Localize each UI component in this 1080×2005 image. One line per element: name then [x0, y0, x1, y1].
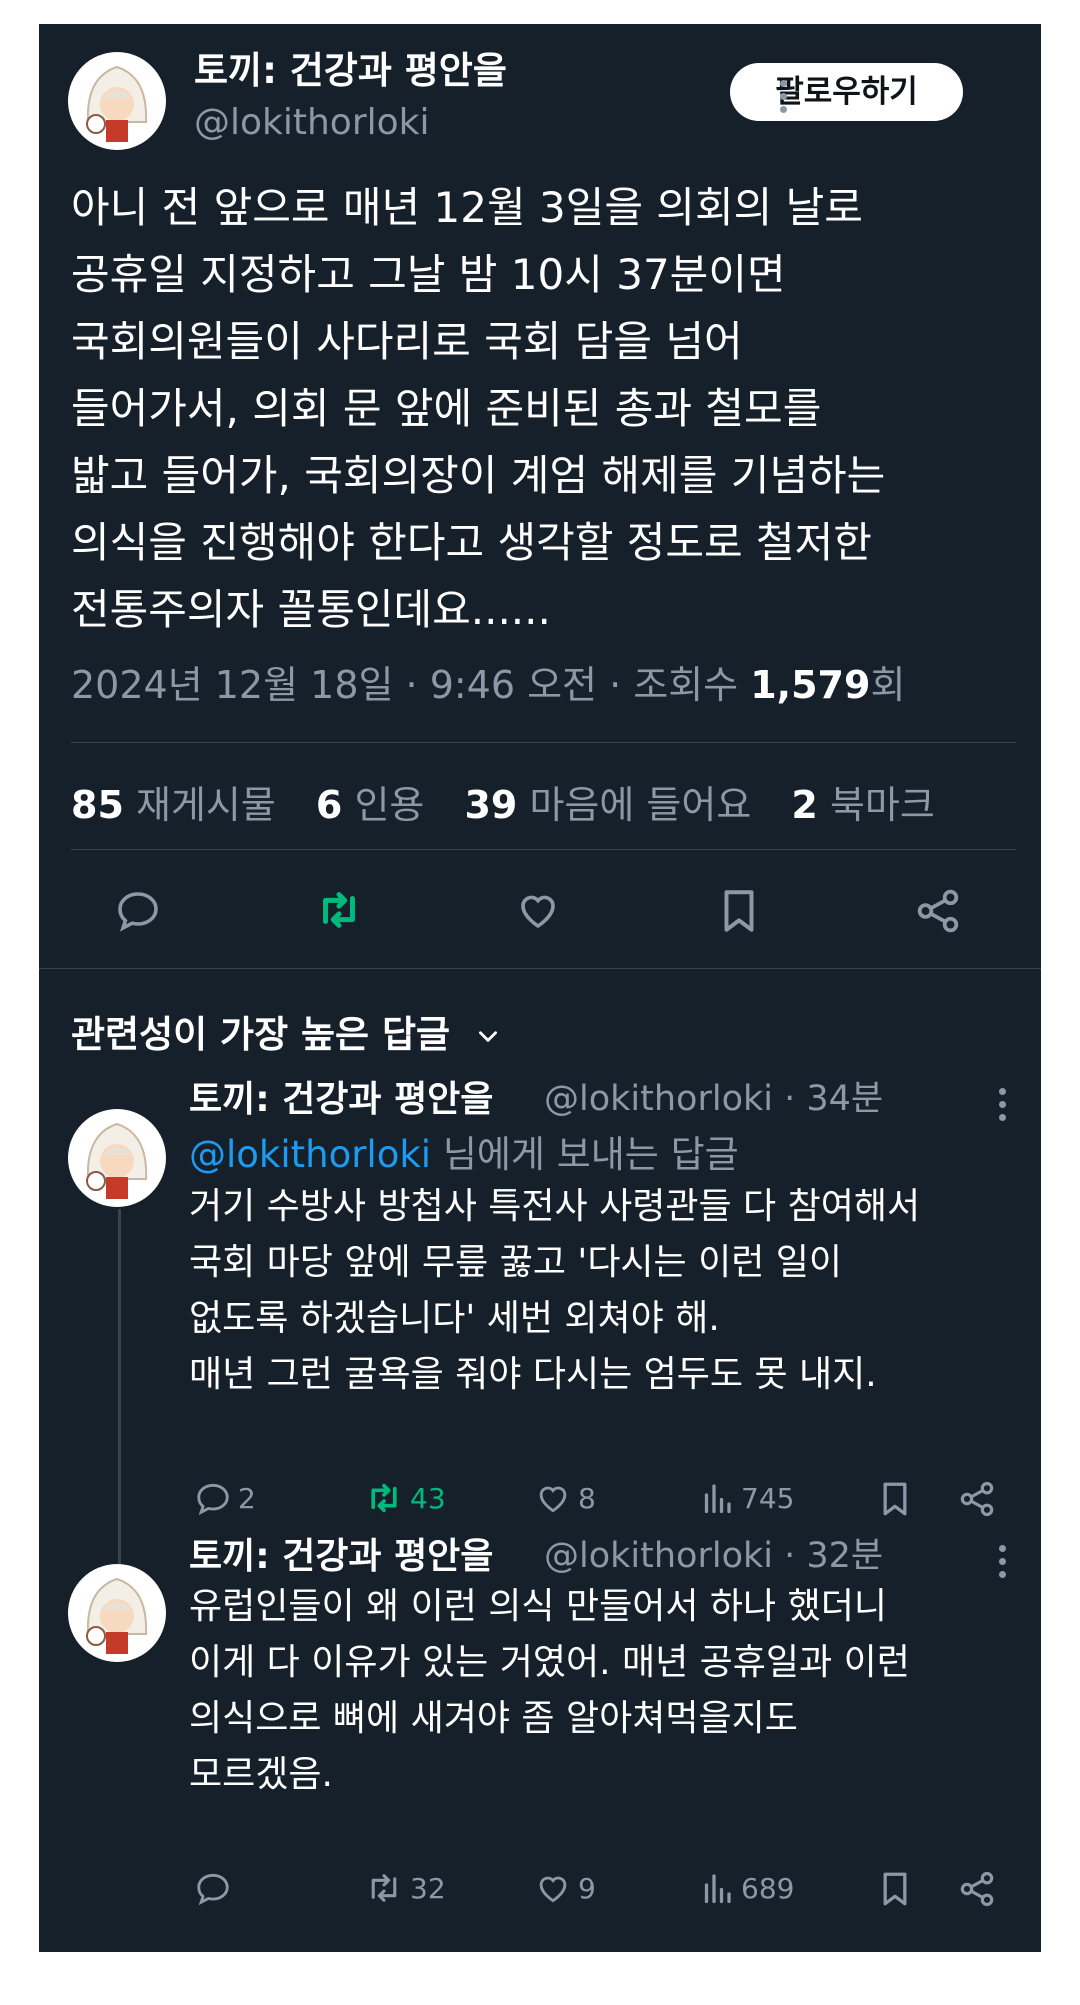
reply-text: 거기 수방사 방첩사 특전사 사령관들 다 참여해서 국회 마당 앞에 무릎 꿇… [189, 1186, 921, 1395]
like-action[interactable]: 9 [534, 1869, 596, 1907]
stat-likes[interactable]: 39 마음에 들어요 [464, 774, 751, 829]
like-count: 8 [578, 1481, 596, 1515]
more-options-icon[interactable] [992, 1084, 1012, 1124]
divider [39, 968, 1041, 969]
chevron-down-icon [475, 1015, 501, 1058]
reply-handle-time[interactable]: @lokithorloki · 34분 [544, 1070, 883, 1121]
retweet-count: 43 [410, 1481, 446, 1515]
tweet-detail-panel: 토끼: 건강과 평안을 @lokithorloki 팔로우하기 아니 전 앞으로… [39, 24, 1041, 1952]
stat-quotes[interactable]: 6 인용 [316, 774, 424, 829]
views-action[interactable]: 689 [699, 1869, 794, 1907]
tweet-meta: 2024년 12월 18일 · 9:46 오전 · 조회수 1,579회 [71, 654, 905, 709]
more-options-icon[interactable] [992, 1541, 1012, 1581]
reply-text: 유럽인들이 왜 이런 의식 만들어서 하나 했더니 이게 다 이유가 있는 거였… [189, 1586, 910, 1795]
reply-count: 2 [238, 1481, 256, 1515]
reply-icon[interactable] [114, 886, 162, 938]
reply-icon [197, 1873, 229, 1906]
retweet-action[interactable]: 43 [364, 1479, 446, 1517]
like-icon[interactable] [514, 886, 562, 938]
reply-author-name[interactable]: 토끼: 건강과 평안을 [189, 1527, 493, 1579]
tweet-text: 아니 전 앞으로 매년 12월 3일을 의회의 날로 공휴일 지정하고 그날 밤… [71, 183, 886, 634]
tweet-date[interactable]: 2024년 12월 18일 · 9:46 오전 · 조회수 [71, 663, 750, 707]
divider [71, 849, 1016, 850]
more-options-icon[interactable] [773, 76, 793, 116]
avatar[interactable] [68, 52, 166, 150]
bookmark-icon[interactable] [877, 1869, 913, 1913]
retweet-action[interactable]: 32 [364, 1869, 446, 1907]
view-suffix: 회 [870, 663, 906, 707]
retweet-icon[interactable] [314, 886, 364, 938]
share-icon[interactable] [913, 886, 963, 940]
bookmark-icon[interactable] [716, 886, 762, 940]
sort-label: 관련성이 가장 높은 답글 [71, 1013, 451, 1056]
author-handle[interactable]: @lokithorloki [194, 102, 430, 143]
replying-to-handle[interactable]: @lokithorloki [189, 1133, 431, 1176]
avatar[interactable] [68, 1109, 166, 1207]
retweet-icon [371, 1483, 397, 1513]
divider [71, 742, 1016, 743]
like-icon [539, 1876, 567, 1903]
stat-reposts[interactable]: 85 재게시물 [71, 774, 276, 829]
reply-handle-time[interactable]: @lokithorloki · 32분 [544, 1527, 883, 1578]
bookmark-icon[interactable] [877, 1479, 913, 1523]
share-icon[interactable] [957, 1479, 997, 1523]
author-name[interactable]: 토끼: 건강과 평안을 [194, 40, 507, 94]
thread-connector [118, 1209, 121, 1564]
analytics-icon [704, 1484, 731, 1514]
retweet-count: 32 [410, 1871, 446, 1905]
like-icon [539, 1486, 567, 1513]
analytics-icon [704, 1874, 731, 1904]
view-count: 745 [741, 1481, 795, 1515]
engagement-stats: 85 재게시물 6 인용 39 마음에 들어요 2 북마크 [71, 774, 963, 829]
avatar[interactable] [68, 1564, 166, 1662]
reply-action[interactable]: 2 [194, 1479, 256, 1517]
like-action[interactable]: 8 [534, 1479, 596, 1517]
view-count: 1,579 [750, 663, 871, 707]
reply-action[interactable] [194, 1869, 238, 1907]
retweet-icon [371, 1874, 397, 1902]
replying-to: @lokithorloki 님에게 보내는 답글 [189, 1133, 739, 1176]
follow-button[interactable]: 팔로우하기 [730, 63, 963, 121]
reply-sort-dropdown[interactable]: 관련성이 가장 높은 답글 [71, 1004, 501, 1058]
reply-icon [197, 1483, 229, 1516]
view-count: 689 [741, 1871, 795, 1905]
views-action[interactable]: 745 [699, 1479, 794, 1517]
stat-bookmarks[interactable]: 2 북마크 [791, 774, 934, 829]
reply-author-name[interactable]: 토끼: 건강과 평안을 [189, 1070, 493, 1122]
like-count: 9 [578, 1871, 596, 1905]
share-icon[interactable] [957, 1869, 997, 1913]
